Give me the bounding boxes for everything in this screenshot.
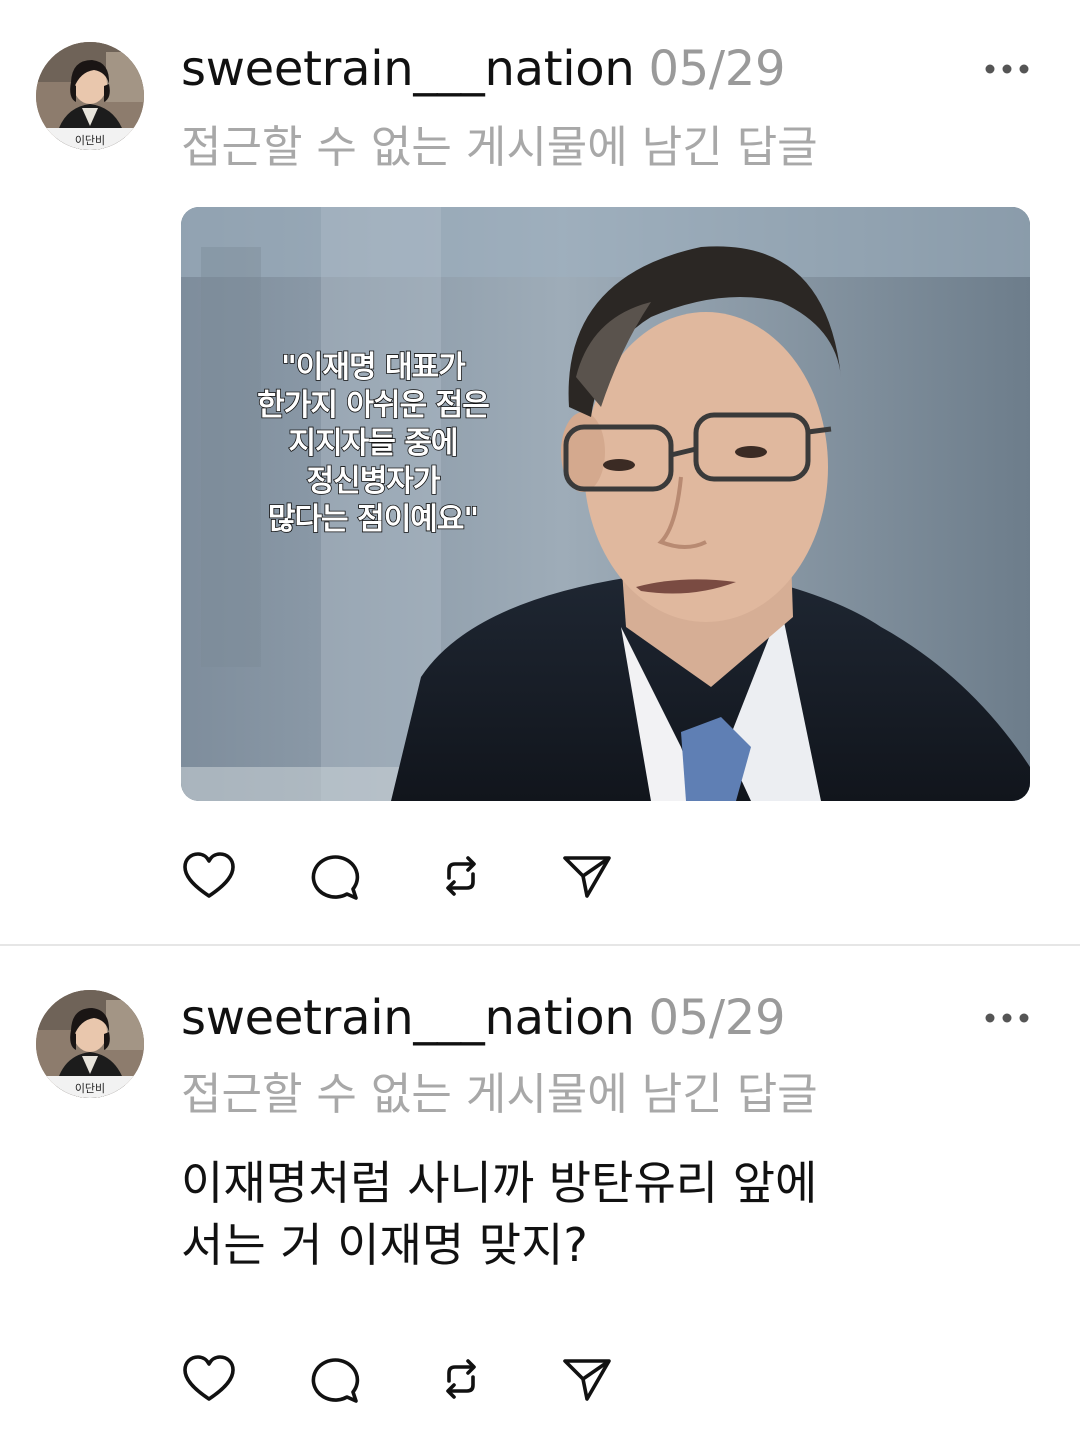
username-line: sweetrain___nation 05/29 bbox=[181, 41, 786, 97]
avatar[interactable]: 이단비 bbox=[36, 990, 144, 1098]
post-date: 05/29 bbox=[648, 41, 786, 97]
comment-icon bbox=[311, 1358, 360, 1403]
post-text: 이재명처럼 사니까 방탄유리 앞에 서는 거 이재명 맞지? bbox=[181, 1156, 818, 1272]
repost-button[interactable] bbox=[433, 848, 489, 904]
username[interactable]: sweetrain___nation bbox=[181, 41, 635, 97]
comment-icon bbox=[311, 855, 360, 900]
like-button[interactable] bbox=[181, 848, 237, 904]
share-icon bbox=[563, 1359, 611, 1401]
post: 이단비 sweetrain___nation 05/29 접근할 수 없는 게시물… bbox=[0, 946, 1080, 1440]
share-button[interactable] bbox=[559, 1351, 615, 1407]
reply-context[interactable]: 접근할 수 없는 게시물에 남긴 답글 bbox=[181, 1068, 818, 1122]
heart-icon bbox=[183, 1355, 235, 1401]
like-button[interactable] bbox=[181, 1351, 237, 1407]
reply-button[interactable] bbox=[307, 848, 363, 904]
avatar[interactable]: 이단비 bbox=[36, 42, 144, 150]
post-date: 05/29 bbox=[648, 990, 786, 1046]
share-icon bbox=[563, 856, 611, 898]
post-image[interactable]: "이재명 대표가 한가지 아쉬운 점은 지지자들 중에 정신병자가 많다는 점이… bbox=[181, 207, 1030, 801]
more-options-icon[interactable] bbox=[980, 1003, 1040, 1033]
reply-context[interactable]: 접근할 수 없는 게시물에 남긴 답글 bbox=[181, 121, 818, 175]
more-options-icon[interactable] bbox=[980, 54, 1040, 84]
repost-icon bbox=[446, 1359, 476, 1399]
avatar-badge-text: 이단비 bbox=[75, 1082, 105, 1095]
username-line: sweetrain___nation 05/29 bbox=[181, 990, 786, 1046]
post: 이단비 sweetrain___nation 05/29 접근할 수 없는 게시물… bbox=[0, 0, 1080, 944]
avatar-photo: 이단비 bbox=[36, 990, 144, 1098]
username[interactable]: sweetrain___nation bbox=[181, 990, 635, 1046]
reply-button[interactable] bbox=[307, 1351, 363, 1407]
heart-icon bbox=[183, 852, 235, 898]
share-button[interactable] bbox=[559, 848, 615, 904]
avatar-badge-text: 이단비 bbox=[75, 134, 105, 147]
repost-icon bbox=[446, 856, 476, 896]
avatar-photo: 이단비 bbox=[36, 42, 144, 150]
image-caption: "이재명 대표가 한가지 아쉬운 점은 지지자들 중에 정신병자가 많다는 점이… bbox=[256, 349, 490, 538]
repost-button[interactable] bbox=[433, 1351, 489, 1407]
